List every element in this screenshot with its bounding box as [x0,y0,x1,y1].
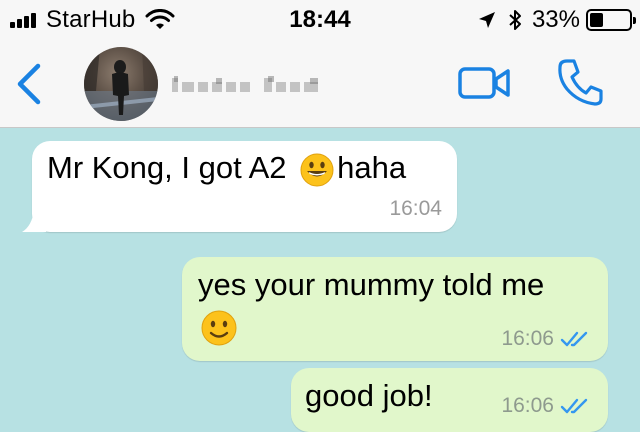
bluetooth-icon [509,10,521,30]
message-text: Mr Kong, I got A2 haha [47,150,406,188]
message-time: 16:06 [501,327,554,350]
video-call-button[interactable] [458,64,512,102]
grinning-face-emoji-icon [300,153,334,187]
message-bubble-outgoing[interactable]: yes your mummy told me 16:06 [182,257,608,361]
slightly-smiling-face-emoji-icon [201,310,237,346]
chevron-left-icon [17,63,41,105]
back-button[interactable] [12,62,46,106]
message-time: 16:04 [389,197,442,220]
battery-level-fill [590,13,603,27]
message-bubble-incoming[interactable]: Mr Kong, I got A2 haha 16:04 [22,141,457,232]
contact-avatar[interactable] [84,47,158,121]
message-text: good job! [305,378,433,413]
message-time: 16:06 [501,394,554,417]
double-check-read-icon [560,398,588,414]
battery-icon [586,9,636,31]
contact-name-blurred[interactable] [172,74,324,96]
location-arrow-icon [478,12,495,28]
voice-call-button[interactable] [556,57,604,107]
status-right: 33% [478,6,636,34]
double-check-read-icon [560,331,588,347]
battery-percentage: 33% [531,6,580,33]
phone-icon [558,59,603,106]
video-camera-icon [458,67,510,99]
message-text: yes your mummy told me [198,267,545,302]
message-bubble-outgoing[interactable]: good job! 16:06 [291,368,608,432]
status-bar: StarHub 18:44 33% [0,0,640,40]
chat-header [0,40,640,128]
bubble-tail [22,210,46,232]
